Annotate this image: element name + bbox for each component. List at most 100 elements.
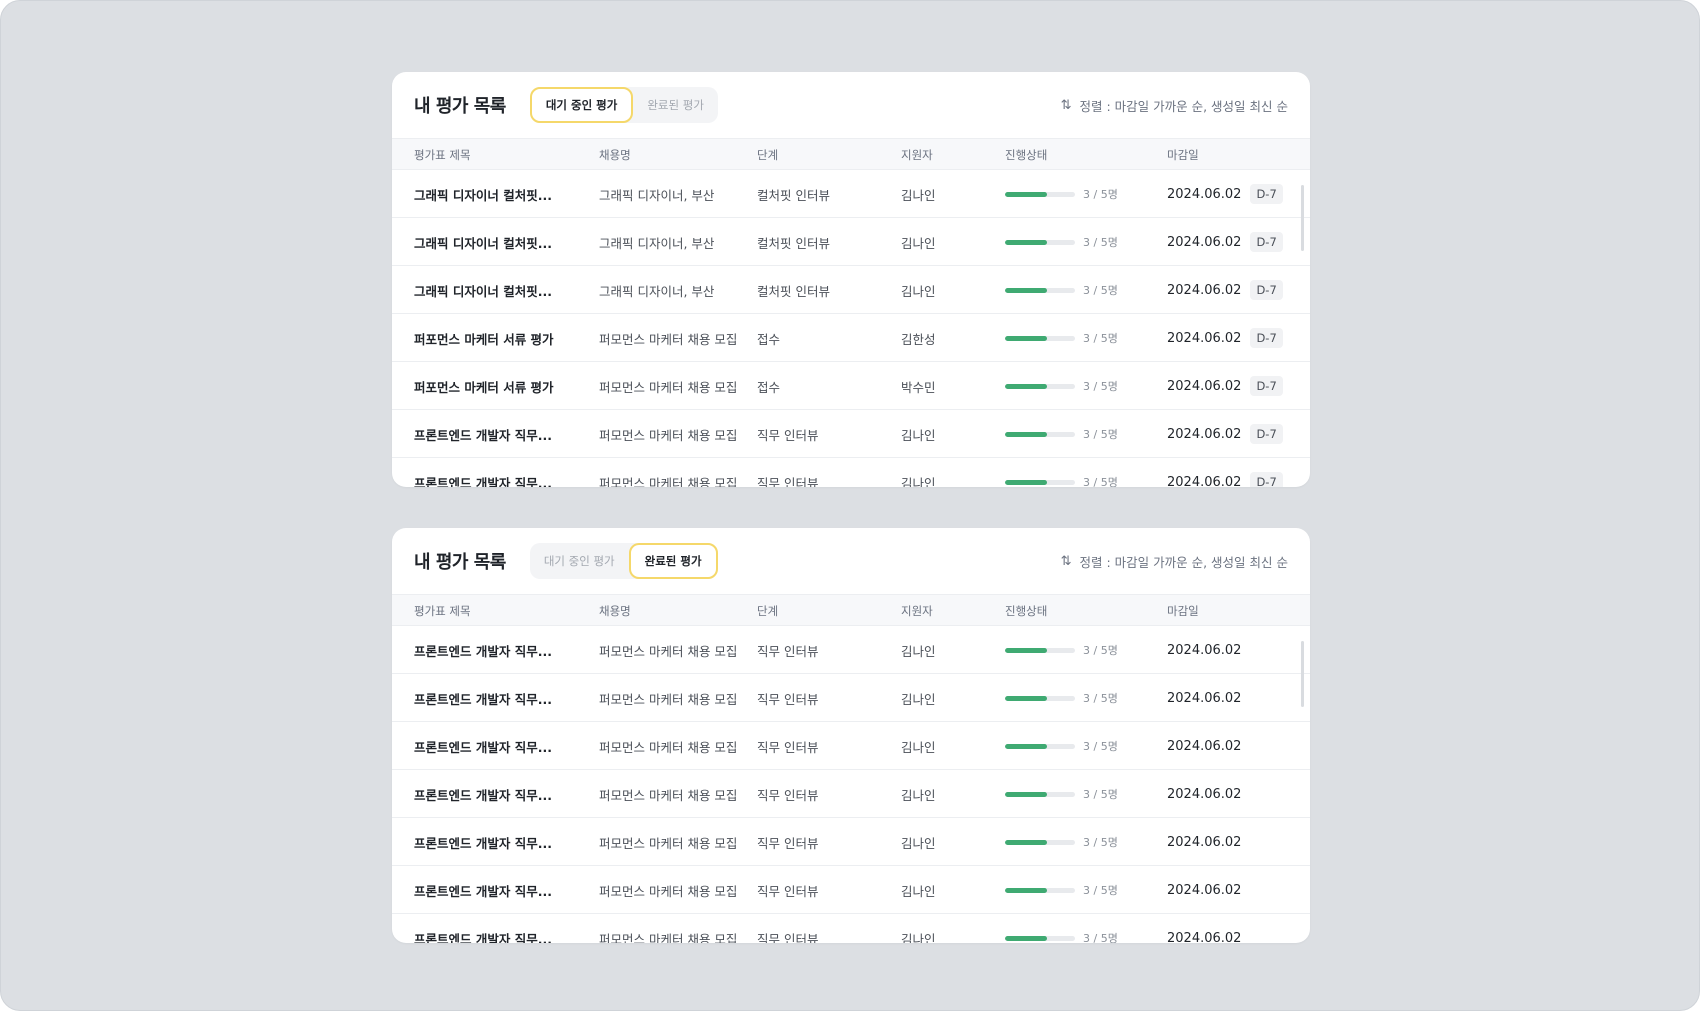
table-row[interactable]: 프론트엔드 개발자 직무... 퍼모먼스 마케터 채용 모집 직무 인터뷰 김나인 3 …: [392, 818, 1310, 866]
applicant-name: 김한성: [901, 331, 936, 347]
evaluation-title: 퍼포먼스 마케터 서류 평가: [414, 379, 554, 395]
progress-cell: 3 / 5명: [1005, 362, 1118, 410]
table-row[interactable]: 프론트엔드 개발자 직무... 퍼모먼스 마케터 채용 모집 직무 인터뷰 김나인 3 …: [392, 722, 1310, 770]
deadline-cell: 2024.06.02: [1167, 818, 1241, 866]
dday-badge: D-7: [1250, 328, 1283, 348]
progress-bar-fill: [1005, 191, 1047, 197]
job-posting-name: 그래픽 디자이너, 부산: [599, 187, 715, 203]
table-row[interactable]: 프론트엔드 개발자 직무... 퍼모먼스 마케터 채용 모집 직무 인터뷰 김나인 3 …: [392, 410, 1310, 458]
evaluation-title: 그래픽 디자이너 컬처핏...: [414, 235, 552, 251]
tab-group: 대기 중인 평가 완료된 평가: [529, 543, 718, 579]
column-header-progress: 진행상태: [1005, 148, 1048, 162]
column-header-deadline: 마감일: [1167, 148, 1199, 162]
tab-completed[interactable]: 완료된 평가: [633, 87, 718, 123]
tab-completed[interactable]: 완료된 평가: [628, 543, 718, 579]
table-row[interactable]: 프론트엔드 개발자 직무... 퍼모먼스 마케터 채용 모집 직무 인터뷰 김나인 3 …: [392, 674, 1310, 722]
sort-label: 정렬 : 마감일 가까운 순, 생성일 최신 순: [1079, 98, 1289, 114]
progress-count: 3 / 5명: [1083, 932, 1118, 943]
stage: 직무 인터뷰: [757, 787, 819, 803]
stage: 직무 인터뷰: [757, 475, 819, 488]
table-row[interactable]: 그래픽 디자이너 컬처핏... 그래픽 디자이너, 부산 컬처핏 인터뷰 김나인 3 /…: [392, 218, 1310, 266]
progress-bar: [1005, 695, 1075, 701]
table-row[interactable]: 그래픽 디자이너 컬처핏... 그래픽 디자이너, 부산 컬처핏 인터뷰 김나인 3 /…: [392, 266, 1310, 314]
progress-bar-fill: [1005, 743, 1047, 749]
progress-bar: [1005, 335, 1075, 341]
column-header-title: 평가표 제목: [414, 148, 471, 162]
sort-control[interactable]: ⇅ 정렬 : 마감일 가까운 순, 생성일 최신 순: [1061, 72, 1288, 138]
progress-cell: 3 / 5명: [1005, 626, 1118, 674]
evaluation-title: 프론트엔드 개발자 직무...: [414, 739, 552, 755]
applicant-name: 김나인: [901, 835, 936, 851]
progress-bar-fill: [1005, 647, 1047, 653]
progress-cell: 3 / 5명: [1005, 914, 1118, 943]
column-header-stage: 단계: [757, 604, 779, 618]
table-row[interactable]: 퍼포먼스 마케터 서류 평가 퍼모먼스 마케터 채용 모집 접수 박수민 3 / 5명 2…: [392, 362, 1310, 410]
progress-bar: [1005, 383, 1075, 389]
applicant-name: 김나인: [901, 739, 936, 755]
applicant-name: 박수민: [901, 379, 936, 395]
table-row[interactable]: 퍼포먼스 마케터 서류 평가 퍼모먼스 마케터 채용 모집 접수 김한성 3 / 5명 2…: [392, 314, 1310, 362]
progress-bar: [1005, 839, 1075, 845]
scrollbar[interactable]: [1301, 185, 1304, 251]
dday-badge: D-7: [1250, 376, 1283, 396]
column-header-stage: 단계: [757, 148, 779, 162]
deadline-cell: 2024.06.02: [1167, 674, 1241, 722]
dday-badge: D-7: [1250, 424, 1283, 444]
job-posting-name: 퍼모먼스 마케터 채용 모집: [599, 787, 738, 803]
evaluation-list-panel-pending: 내 평가 목록 대기 중인 평가 완료된 평가 ⇅ 정렬 : 마감일 가까운 순…: [392, 72, 1310, 487]
column-header-job: 채용명: [599, 148, 631, 162]
table-row[interactable]: 프론트엔드 개발자 직무... 퍼모먼스 마케터 채용 모집 직무 인터뷰 김나인 3 …: [392, 866, 1310, 914]
tab-pending[interactable]: 대기 중인 평가: [530, 543, 629, 579]
table-row[interactable]: 프론트엔드 개발자 직무... 퍼모먼스 마케터 채용 모집 직무 인터뷰 김나인 3 …: [392, 770, 1310, 818]
progress-cell: 3 / 5명: [1005, 722, 1118, 770]
evaluation-title: 프론트엔드 개발자 직무...: [414, 883, 552, 899]
column-header-title: 평가표 제목: [414, 604, 471, 618]
column-header-deadline: 마감일: [1167, 604, 1199, 618]
column-header-progress: 진행상태: [1005, 604, 1048, 618]
deadline-cell: 2024.06.02 D-7: [1167, 218, 1283, 266]
table-body: 프론트엔드 개발자 직무... 퍼모먼스 마케터 채용 모집 직무 인터뷰 김나인 3 …: [392, 626, 1310, 943]
job-posting-name: 퍼모먼스 마케터 채용 모집: [599, 691, 738, 707]
scrollbar[interactable]: [1301, 641, 1304, 707]
panel-title: 내 평가 목록: [414, 552, 506, 573]
panel-header: 내 평가 목록 대기 중인 평가 완료된 평가 ⇅ 정렬 : 마감일 가까운 순…: [392, 72, 1310, 138]
progress-bar-fill: [1005, 791, 1047, 797]
sort-control[interactable]: ⇅ 정렬 : 마감일 가까운 순, 생성일 최신 순: [1061, 528, 1288, 594]
deadline-date: 2024.06.02: [1167, 474, 1242, 488]
deadline-date: 2024.06.02: [1167, 882, 1242, 898]
job-posting-name: 퍼모먼스 마케터 채용 모집: [599, 931, 738, 944]
dday-badge: D-7: [1250, 280, 1283, 300]
table-row[interactable]: 프론트엔드 개발자 직무... 퍼모먼스 마케터 채용 모집 직무 인터뷰 김나인 3 …: [392, 626, 1310, 674]
deadline-cell: 2024.06.02: [1167, 722, 1241, 770]
applicant-name: 김나인: [901, 427, 936, 443]
progress-count: 3 / 5명: [1083, 236, 1118, 249]
canvas-background: 내 평가 목록 대기 중인 평가 완료된 평가 ⇅ 정렬 : 마감일 가까운 순…: [0, 0, 1700, 1011]
table-row[interactable]: 프론트엔드 개발자 직무... 퍼모먼스 마케터 채용 모집 직무 인터뷰 김나인 3 …: [392, 914, 1310, 944]
progress-bar: [1005, 935, 1075, 941]
deadline-date: 2024.06.02: [1167, 234, 1242, 250]
applicant-name: 김나인: [901, 475, 936, 488]
progress-cell: 3 / 5명: [1005, 170, 1118, 218]
progress-bar-fill: [1005, 239, 1047, 245]
progress-bar-fill: [1005, 431, 1047, 437]
tab-pending[interactable]: 대기 중인 평가: [529, 87, 634, 123]
progress-count: 3 / 5명: [1083, 644, 1118, 657]
job-posting-name: 퍼모먼스 마케터 채용 모집: [599, 331, 738, 347]
deadline-date: 2024.06.02: [1167, 282, 1242, 298]
progress-count: 3 / 5명: [1083, 380, 1118, 393]
progress-count: 3 / 5명: [1083, 476, 1118, 487]
progress-bar-fill: [1005, 383, 1047, 389]
progress-cell: 3 / 5명: [1005, 314, 1118, 362]
progress-cell: 3 / 5명: [1005, 266, 1118, 314]
progress-cell: 3 / 5명: [1005, 866, 1118, 914]
deadline-cell: 2024.06.02: [1167, 626, 1241, 674]
table-header: 평가표 제목 채용명 단계 지원자 진행상태 마감일: [392, 138, 1310, 170]
job-posting-name: 퍼모먼스 마케터 채용 모집: [599, 883, 738, 899]
table-row[interactable]: 프론트엔드 개발자 직무... 퍼모먼스 마케터 채용 모집 직무 인터뷰 김나인 3 …: [392, 458, 1310, 487]
progress-count: 3 / 5명: [1083, 740, 1118, 753]
deadline-cell: 2024.06.02 D-7: [1167, 314, 1283, 362]
job-posting-name: 퍼모먼스 마케터 채용 모집: [599, 643, 738, 659]
table-row[interactable]: 그래픽 디자이너 컬처핏... 그래픽 디자이너, 부산 컬처핏 인터뷰 김나인 3 /…: [392, 170, 1310, 218]
deadline-date: 2024.06.02: [1167, 642, 1242, 658]
stage: 직무 인터뷰: [757, 643, 819, 659]
